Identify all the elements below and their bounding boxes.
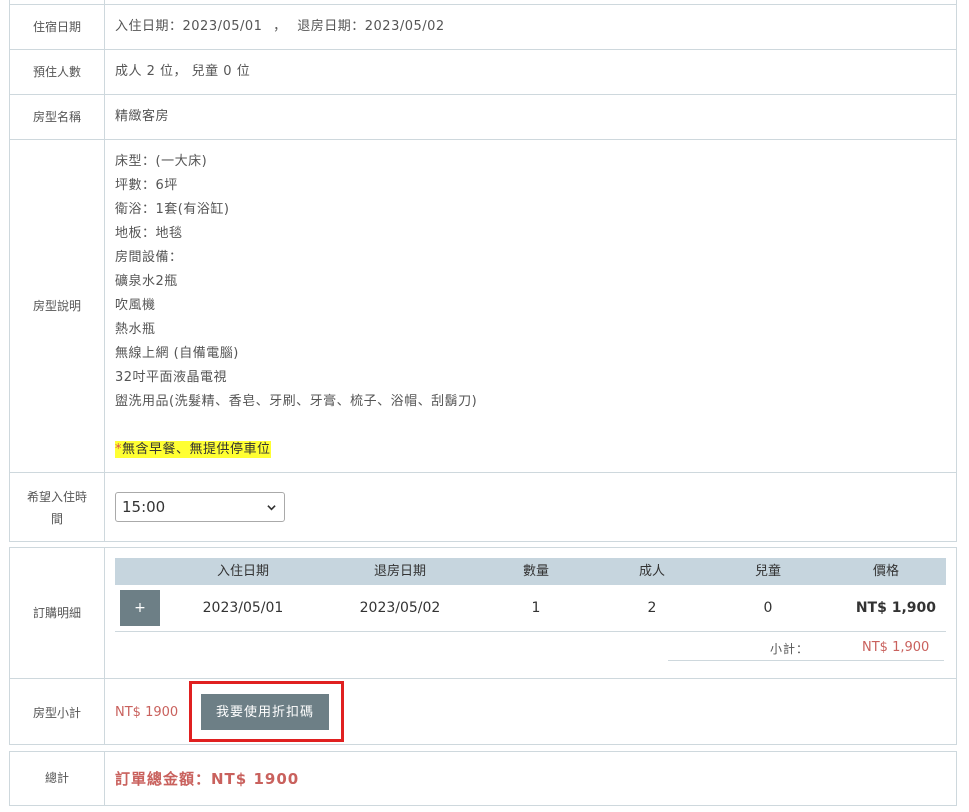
item-children: 0 [763, 600, 773, 616]
item-quantity: 1 [531, 600, 541, 616]
header-quantity: 數量 [522, 564, 549, 579]
room-note: *無含早餐、無提供停車位 [115, 438, 477, 462]
room-desc-line: 盥洗用品(洗髮精、香皂、牙刷、牙膏、梳子、浴帽、刮鬍刀) [115, 394, 478, 409]
checkin-time-selected: 15:00 [122, 498, 166, 516]
checkin-time-select[interactable]: 15:00 [115, 492, 285, 522]
table-column-divider [104, 751, 105, 806]
checkin-date-label: 入住日期： [115, 19, 183, 34]
use-discount-code-button[interactable]: 我要使用折扣碼 [201, 694, 329, 730]
guests-value: 成人 2 位， 兒童 0 位 [115, 64, 251, 79]
note-asterisk: * [115, 442, 122, 457]
order-detail-label: 訂購明細 [32, 606, 81, 620]
header-checkin-date: 入住日期 [216, 564, 269, 579]
room-desc-line: 地板：地毯 [115, 226, 183, 241]
stay-dates-label: 住宿日期 [32, 20, 81, 34]
highlighted-note: *無含早餐、無提供停車位 [115, 441, 271, 458]
chevron-down-icon [267, 505, 276, 511]
room-desc-line: 吹風機 [115, 298, 156, 313]
row-divider [9, 139, 957, 140]
room-name-label: 房型名稱 [32, 110, 81, 124]
total-label: 總計 [44, 771, 69, 785]
header-adults: 成人 [638, 564, 665, 579]
checkin-date: 2023/05/01 [182, 19, 263, 34]
room-desc-line: 坪數：6坪 [115, 178, 178, 193]
checkout-date: 2023/05/02 [364, 19, 445, 34]
order-row-divider [115, 631, 946, 632]
row-divider [9, 49, 957, 50]
room-desc-line: 無線上網 (自備電腦) [115, 346, 239, 361]
grand-total: 訂單總金額：NT$ 1900 [115, 770, 300, 788]
row-divider [9, 4, 957, 5]
room-subtotal-amount: NT$ 1900 [115, 705, 179, 720]
row-divider [9, 472, 957, 473]
note-text: 無含早餐、無提供停車位 [122, 442, 271, 457]
room-desc-line: 床型：(一大床) [115, 154, 208, 169]
room-desc-value: 床型：(一大床) 坪數：6坪 衛浴：1套(有浴缸) 地板：地毯 房間設備： 礦泉… [115, 150, 477, 462]
subtotal-label: 小計： [770, 642, 810, 656]
checkin-time-label-line2: 間 [50, 512, 63, 526]
table-column-divider [104, 547, 105, 745]
checkin-time-label: 希望入住時 間 [10, 486, 104, 530]
row-divider [9, 678, 957, 679]
header-children: 兒童 [754, 564, 781, 579]
expand-row-button[interactable]: + [120, 590, 160, 626]
subtotal-underline [668, 660, 944, 661]
order-subtotal: NT$ 1,900 [862, 640, 930, 655]
room-desc-label: 房型說明 [32, 299, 81, 313]
checkout-date-label: 退房日期： [297, 19, 365, 34]
room-desc-line: 熱水瓶 [115, 322, 156, 337]
guests-label: 預住人數 [32, 65, 81, 79]
table-column-divider [104, 0, 105, 542]
date-separator: ， [273, 19, 287, 34]
room-name-value: 精緻客房 [115, 109, 170, 124]
item-checkout-date: 2023/05/02 [359, 600, 441, 616]
room-subtotal-label: 房型小計 [32, 706, 81, 720]
row-divider [9, 94, 957, 95]
item-adults: 2 [647, 600, 657, 616]
stay-dates-value: 入住日期：2023/05/01 ， 退房日期：2023/05/02 [115, 17, 445, 37]
room-desc-line: 衛浴：1套(有浴缸) [115, 202, 230, 217]
item-checkin-date: 2023/05/01 [202, 600, 284, 616]
room-desc-line: 房間設備： [115, 250, 183, 265]
checkin-time-label-line1: 希望入住時 [26, 490, 87, 504]
item-price: NT$ 1,900 [855, 600, 936, 616]
room-desc-line: 32吋平面液晶電視 [115, 370, 228, 385]
header-price: 價格 [872, 564, 899, 579]
header-checkout-date: 退房日期 [373, 564, 426, 579]
room-desc-line: 礦泉水2瓶 [115, 274, 178, 289]
